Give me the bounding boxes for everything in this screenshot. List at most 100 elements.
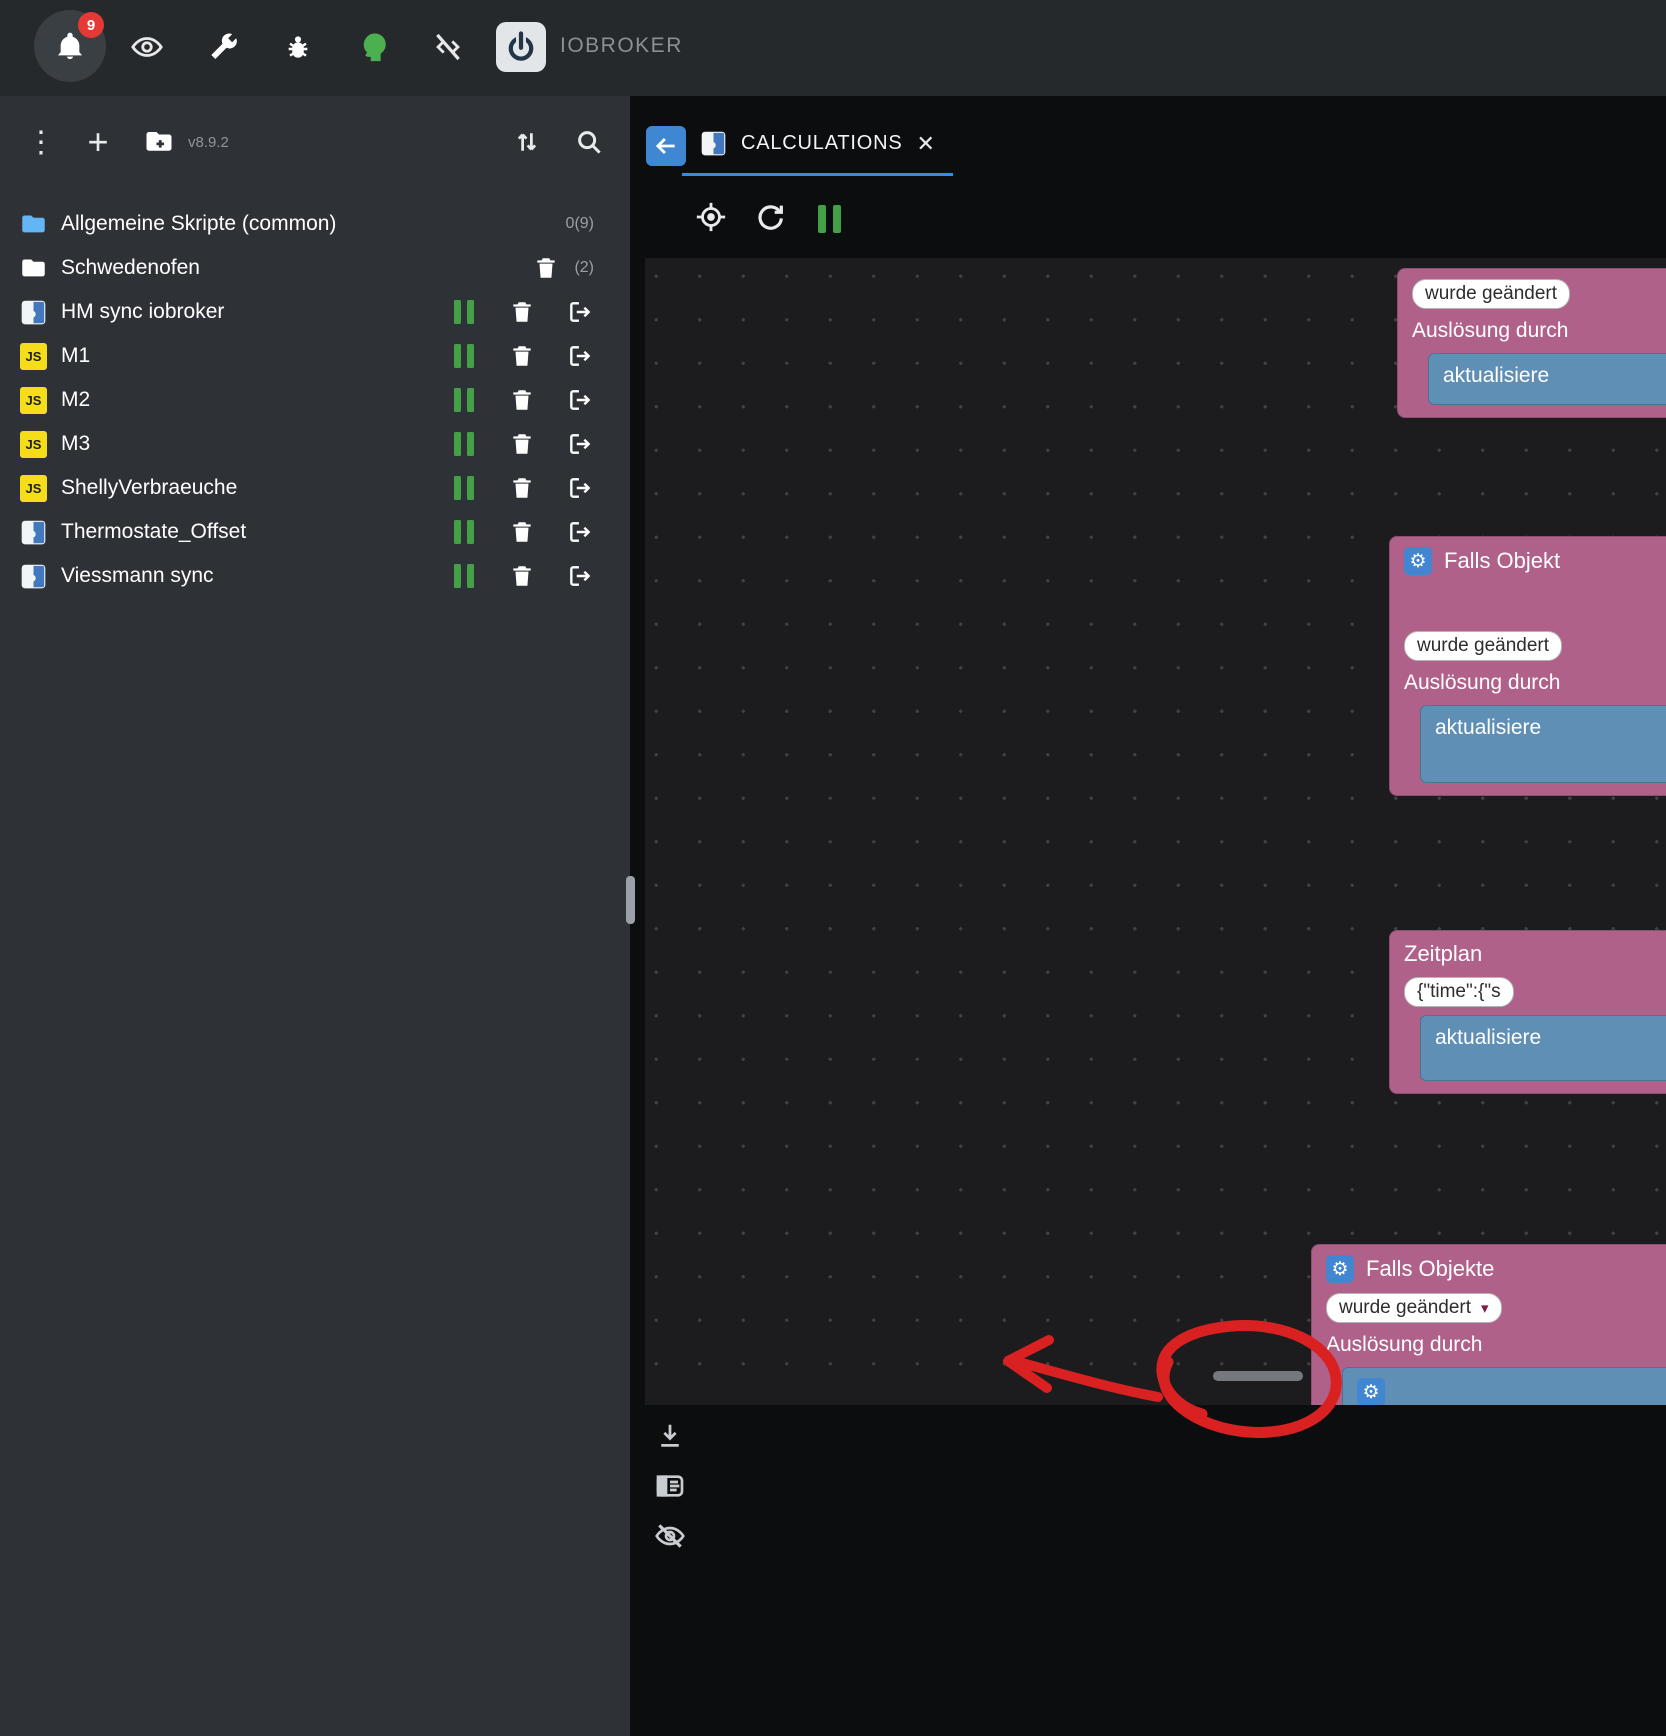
blockly-icon bbox=[20, 299, 47, 326]
debug-bug-icon[interactable] bbox=[279, 28, 317, 66]
export-icon[interactable] bbox=[566, 430, 594, 458]
blockly-icon bbox=[20, 519, 47, 546]
trash-icon[interactable] bbox=[508, 386, 536, 414]
scripts-sidebar: ⋮ + v8.9.2 Allgemeine Skripte (common) 0… bbox=[0, 96, 630, 1736]
blockly-block-update-inner[interactable]: aktualisiere bbox=[1420, 705, 1666, 783]
javascript-icon: JS bbox=[20, 431, 47, 458]
script-row[interactable]: JS M3 bbox=[0, 422, 630, 466]
eye-icon[interactable] bbox=[128, 28, 166, 66]
gear-icon[interactable]: ⚙ bbox=[1326, 1255, 1354, 1283]
script-row[interactable]: JS M2 bbox=[0, 378, 630, 422]
script-tree: Allgemeine Skripte (common) 0(9) Schwede… bbox=[0, 188, 630, 598]
top-bar: 9 IOBROKER bbox=[0, 0, 1666, 96]
tab-calculations[interactable]: CALCULATIONS ✕ bbox=[682, 114, 953, 176]
folder-name: Schwedenofen bbox=[61, 256, 200, 280]
code-off-icon[interactable] bbox=[429, 28, 467, 66]
schedule-field[interactable]: {"time":{"s bbox=[1404, 977, 1514, 1007]
script-row[interactable]: JS ShellyVerbraeuche bbox=[0, 466, 630, 510]
trigger-dropdown-field[interactable]: wurde geändert ▾ bbox=[1326, 1293, 1502, 1323]
blockly-icon bbox=[20, 563, 47, 590]
notification-badge: 9 bbox=[78, 12, 104, 38]
gear-icon[interactable]: ⚙ bbox=[1357, 1378, 1385, 1405]
script-name: Viessmann sync bbox=[61, 564, 214, 588]
block-label: Auslösung durch bbox=[1412, 319, 1666, 343]
download-log-icon[interactable] bbox=[652, 1418, 688, 1454]
eye-off-icon[interactable] bbox=[652, 1518, 688, 1554]
pause-icon[interactable] bbox=[450, 298, 478, 326]
trigger-dropdown-field[interactable]: wurde geändert bbox=[1404, 631, 1562, 661]
sidebar-toolbar: ⋮ + v8.9.2 bbox=[0, 96, 630, 188]
trash-icon[interactable] bbox=[508, 430, 536, 458]
log-panel-icon[interactable] bbox=[652, 1468, 688, 1504]
pause-icon[interactable] bbox=[450, 386, 478, 414]
folder-icon bbox=[20, 255, 47, 282]
back-button[interactable] bbox=[646, 126, 686, 166]
trash-icon[interactable] bbox=[508, 298, 536, 326]
export-icon[interactable] bbox=[566, 342, 594, 370]
script-row[interactable]: HM sync iobroker bbox=[0, 290, 630, 334]
script-row[interactable]: Thermostate_Offset bbox=[0, 510, 630, 554]
pause-icon[interactable] bbox=[450, 562, 478, 590]
pause-icon[interactable] bbox=[450, 342, 478, 370]
javascript-icon: JS bbox=[20, 387, 47, 414]
script-name: HM sync iobroker bbox=[61, 300, 224, 324]
block-label: Auslösung durch bbox=[1404, 671, 1666, 695]
sidebar-resize-handle[interactable] bbox=[626, 876, 635, 924]
folder-row-common[interactable]: Allgemeine Skripte (common) 0(9) bbox=[0, 202, 630, 246]
blockly-block-update-inner[interactable]: aktualisiere bbox=[1420, 1015, 1666, 1081]
blockly-block-trigger-bottom[interactable]: ⚙ Falls Objekte wurde geändert ▾ Auslösu… bbox=[1311, 1244, 1666, 1405]
sort-icon[interactable] bbox=[512, 127, 542, 157]
notifications-button[interactable]: 9 bbox=[34, 10, 106, 82]
gear-icon[interactable]: ⚙ bbox=[1404, 547, 1432, 575]
block-label: Auslösung durch bbox=[1326, 1333, 1666, 1357]
wrench-icon[interactable] bbox=[203, 28, 241, 66]
blockly-icon bbox=[700, 130, 727, 157]
locate-blocks-icon[interactable] bbox=[692, 198, 730, 236]
pause-icon[interactable] bbox=[450, 430, 478, 458]
trash-icon[interactable] bbox=[508, 474, 536, 502]
pause-script-icon[interactable] bbox=[810, 200, 848, 238]
export-icon[interactable] bbox=[566, 474, 594, 502]
brand-text: IOBROKER bbox=[560, 34, 683, 58]
trash-icon[interactable] bbox=[508, 518, 536, 546]
horizontal-scrollbar[interactable] bbox=[1213, 1371, 1303, 1381]
pause-icon[interactable] bbox=[450, 474, 478, 502]
add-folder-icon[interactable] bbox=[144, 127, 174, 157]
folder-count: (2) bbox=[574, 259, 594, 277]
export-icon[interactable] bbox=[566, 298, 594, 326]
blockly-block-update-inner[interactable]: aktualisiere bbox=[1428, 353, 1666, 405]
javascript-icon: JS bbox=[20, 475, 47, 502]
trash-icon[interactable] bbox=[508, 562, 536, 590]
script-name: ShellyVerbraeuche bbox=[61, 476, 237, 500]
trash-icon[interactable] bbox=[508, 342, 536, 370]
pause-icon[interactable] bbox=[450, 518, 478, 546]
script-row[interactable]: Viessmann sync bbox=[0, 554, 630, 598]
export-icon[interactable] bbox=[566, 518, 594, 546]
script-row[interactable]: JS M1 bbox=[0, 334, 630, 378]
dropdown-caret-icon: ▾ bbox=[1481, 1299, 1489, 1317]
close-tab-icon[interactable]: ✕ bbox=[917, 133, 935, 155]
version-label: v8.9.2 bbox=[188, 134, 229, 151]
export-icon[interactable] bbox=[566, 386, 594, 414]
add-script-icon[interactable]: + bbox=[84, 124, 112, 160]
blockly-block-trigger-middle[interactable]: ⚙ Falls Objekt wurde geändert Auslösung … bbox=[1389, 536, 1666, 796]
folder-row-schwedenofen[interactable]: Schwedenofen (2) bbox=[0, 246, 630, 290]
kebab-menu-icon[interactable]: ⋮ bbox=[26, 125, 50, 160]
folder-count: 0(9) bbox=[566, 215, 594, 233]
blockly-block-trigger-top[interactable]: wurde geändert Auslösung durch aktualisi… bbox=[1397, 268, 1666, 418]
search-icon[interactable] bbox=[574, 127, 604, 157]
script-name: M2 bbox=[61, 388, 90, 412]
trigger-dropdown-field[interactable]: wurde geändert bbox=[1412, 279, 1570, 309]
blockly-block-update-inner[interactable]: ⚙ bbox=[1342, 1367, 1666, 1405]
export-icon[interactable] bbox=[566, 562, 594, 590]
blockly-block-schedule[interactable]: Zeitplan {"time":{"s aktualisiere bbox=[1389, 930, 1666, 1094]
refresh-icon[interactable] bbox=[751, 198, 789, 236]
iobroker-logo bbox=[496, 22, 546, 72]
folder-icon bbox=[20, 211, 47, 238]
editor-area: CALCULATIONS ✕ wurde geändert Auslösung … bbox=[630, 96, 1666, 1736]
expert-mode-icon[interactable] bbox=[354, 28, 392, 66]
tab-label: CALCULATIONS bbox=[741, 132, 903, 155]
block-header: Falls Objekte bbox=[1366, 1256, 1494, 1282]
trash-icon[interactable] bbox=[532, 254, 560, 282]
blockly-canvas[interactable]: wurde geändert Auslösung durch aktualisi… bbox=[645, 258, 1666, 1405]
